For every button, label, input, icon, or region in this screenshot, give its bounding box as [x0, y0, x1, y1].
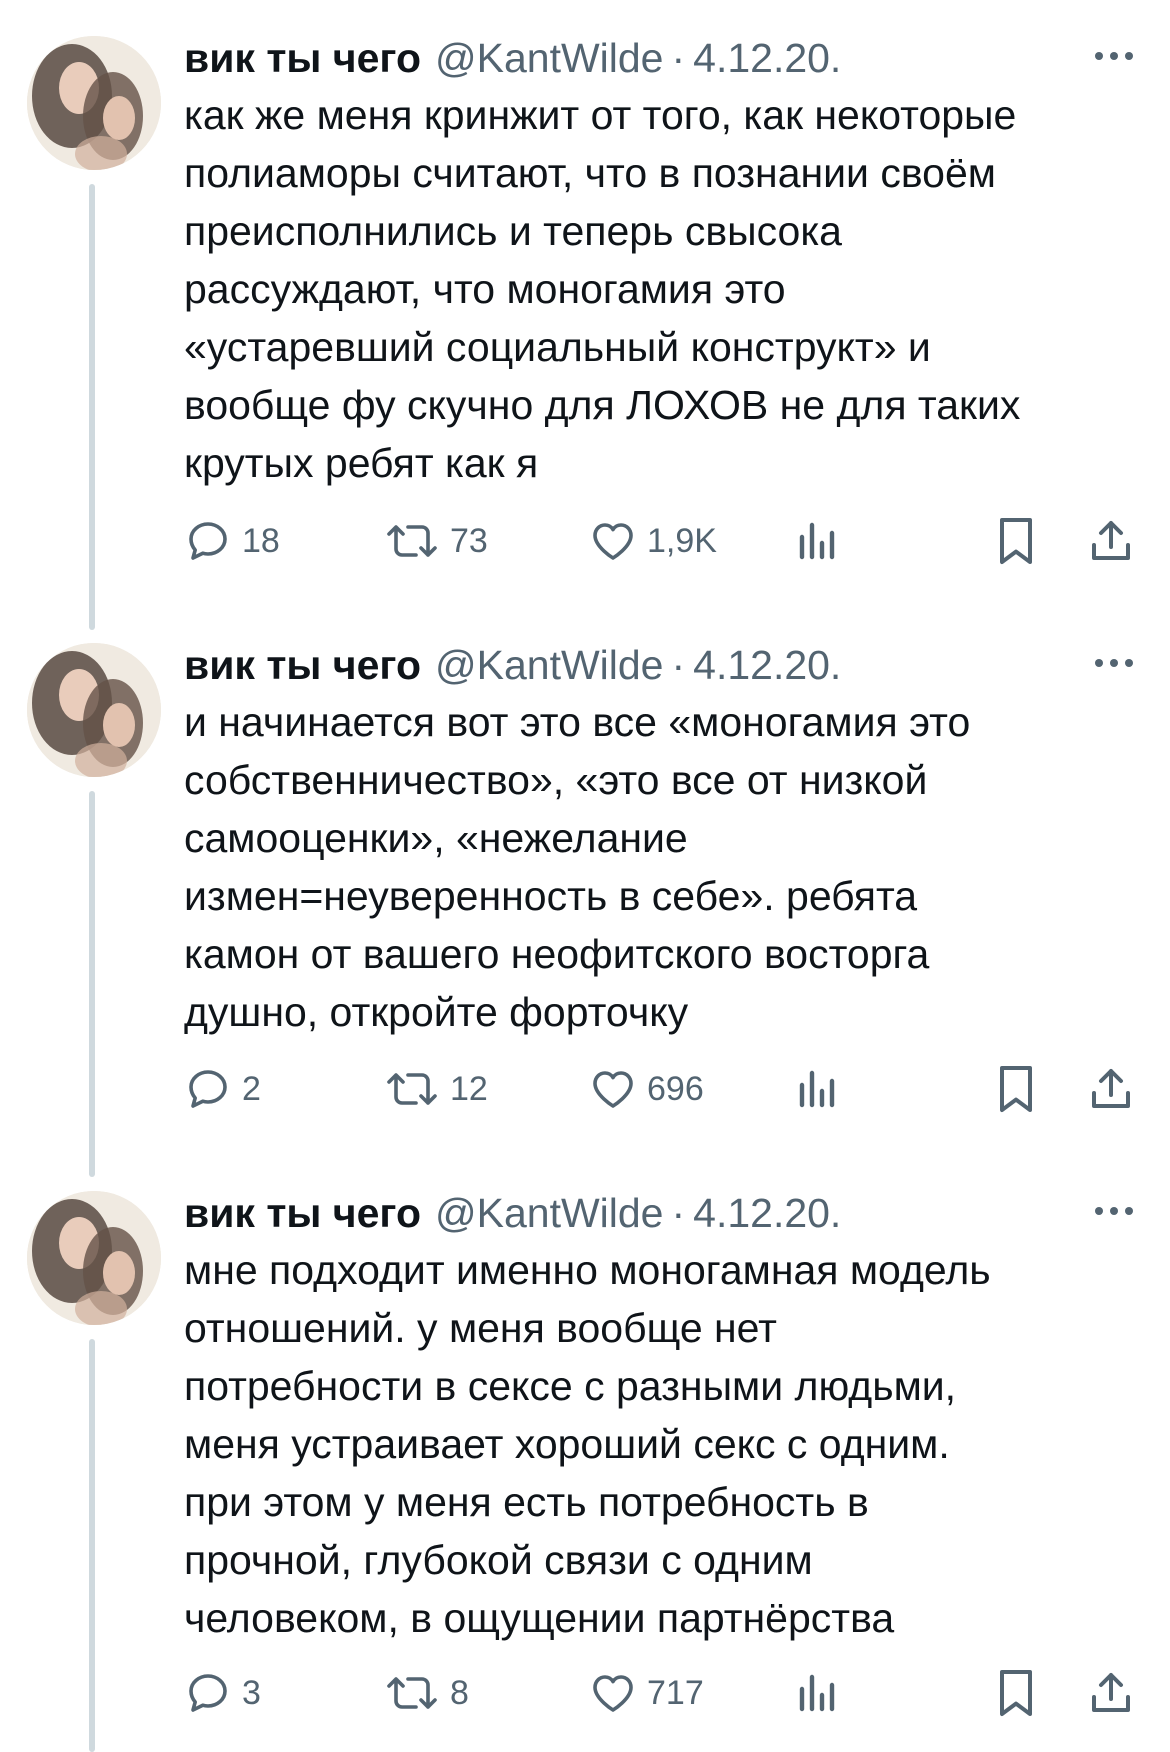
more-options-button[interactable] — [1092, 46, 1136, 66]
tweet-date[interactable]: 4.12.20. — [693, 30, 841, 86]
bookmark-icon — [1000, 1066, 1032, 1112]
like-button[interactable]: 1,9K — [589, 511, 717, 571]
reply-button[interactable]: 3 — [184, 1663, 261, 1723]
retweet-icon — [387, 1073, 437, 1105]
thread-connector-line — [89, 1339, 95, 1752]
retweet-count: 8 — [450, 1674, 469, 1712]
tweet-header: вик ты чего @KantWilde · 4.12.20. — [184, 30, 841, 86]
tweet-text: мне подходит именно моногамная модель от… — [184, 1247, 991, 1641]
author-name[interactable]: вик ты чего — [184, 1185, 421, 1241]
views-button[interactable] — [796, 1059, 838, 1119]
reply-icon — [189, 522, 227, 560]
like-count: 717 — [647, 1674, 704, 1712]
reply-icon — [189, 1674, 227, 1712]
bookmark-button[interactable] — [994, 1059, 1038, 1119]
share-button[interactable] — [1088, 1059, 1134, 1119]
bookmark-icon — [1000, 1670, 1032, 1716]
more-options-icon — [1095, 52, 1133, 60]
author-name[interactable]: вик ты чего — [184, 637, 421, 693]
separator-dot: · — [671, 642, 686, 688]
more-options-button[interactable] — [1092, 653, 1136, 673]
tweet[interactable]: вик ты чего @KantWilde · 4.12.20. и начи… — [0, 607, 1170, 1177]
avatar[interactable] — [27, 643, 161, 777]
bookmark-icon — [1000, 518, 1032, 564]
tweet-header: вик ты чего @KantWilde · 4.12.20. — [184, 637, 841, 693]
views-icon — [799, 1070, 835, 1108]
tweet-actions: 18 73 1,9K — [184, 511, 1144, 571]
views-button[interactable] — [796, 511, 838, 571]
heart-icon — [593, 523, 633, 560]
retweet-button[interactable]: 73 — [384, 511, 488, 571]
views-icon — [799, 522, 835, 560]
thread-connector-line — [89, 184, 95, 630]
tweet[interactable]: вик ты чего @KantWilde · 4.12.20. мне по… — [0, 1155, 1170, 1752]
reply-count: 3 — [242, 1674, 261, 1712]
like-count: 696 — [647, 1070, 704, 1108]
views-button[interactable] — [796, 1663, 838, 1723]
tweet-thread: вик ты чего @KantWilde · 4.12.20. как же… — [0, 0, 1170, 1752]
retweet-button[interactable]: 12 — [384, 1059, 488, 1119]
avatar-photo — [27, 1191, 161, 1325]
avatar-photo — [27, 36, 161, 170]
retweet-count: 12 — [450, 1070, 488, 1108]
reply-button[interactable]: 18 — [184, 511, 280, 571]
tweet[interactable]: вик ты чего @KantWilde · 4.12.20. как же… — [0, 0, 1170, 630]
tweet-date[interactable]: 4.12.20. — [693, 1185, 841, 1241]
tweet-header: вик ты чего @KantWilde · 4.12.20. — [184, 1185, 841, 1241]
avatar[interactable] — [27, 1191, 161, 1325]
reply-icon — [189, 1070, 227, 1108]
tweet-text: как же меня кринжит от того, как некотор… — [184, 92, 1021, 486]
like-button[interactable]: 696 — [589, 1059, 704, 1119]
share-icon — [1092, 521, 1130, 560]
bookmark-button[interactable] — [994, 511, 1038, 571]
like-button[interactable]: 717 — [589, 1663, 704, 1723]
views-icon — [799, 1674, 835, 1712]
more-options-icon — [1095, 659, 1133, 667]
bookmark-button[interactable] — [994, 1663, 1038, 1723]
retweet-count: 73 — [450, 522, 488, 560]
reply-count: 2 — [242, 1070, 261, 1108]
more-options-button[interactable] — [1092, 1201, 1136, 1221]
retweet-icon — [387, 1677, 437, 1709]
avatar[interactable] — [27, 36, 161, 170]
tweet-date[interactable]: 4.12.20. — [693, 637, 841, 693]
tweet-actions: 2 12 696 — [184, 1059, 1144, 1119]
share-button[interactable] — [1088, 511, 1134, 571]
tweet-text: и начинается вот это все «моногамия это … — [184, 699, 971, 1035]
more-options-icon — [1095, 1207, 1133, 1215]
reply-count: 18 — [242, 522, 280, 560]
retweet-button[interactable]: 8 — [384, 1663, 469, 1723]
share-icon — [1092, 1673, 1130, 1712]
thread-connector-line — [89, 791, 95, 1177]
heart-icon — [593, 1675, 633, 1712]
separator-dot: · — [671, 1190, 686, 1236]
author-name[interactable]: вик ты чего — [184, 30, 421, 86]
share-icon — [1092, 1069, 1130, 1108]
tweet-actions: 3 8 717 — [184, 1663, 1144, 1723]
separator-dot: · — [671, 35, 686, 81]
reply-button[interactable]: 2 — [184, 1059, 261, 1119]
retweet-icon — [387, 525, 437, 557]
like-count: 1,9K — [647, 522, 717, 560]
heart-icon — [593, 1071, 633, 1108]
author-handle[interactable]: @KantWilde — [435, 30, 663, 86]
avatar-photo — [27, 643, 161, 777]
author-handle[interactable]: @KantWilde — [435, 637, 663, 693]
share-button[interactable] — [1088, 1663, 1134, 1723]
author-handle[interactable]: @KantWilde — [435, 1185, 663, 1241]
